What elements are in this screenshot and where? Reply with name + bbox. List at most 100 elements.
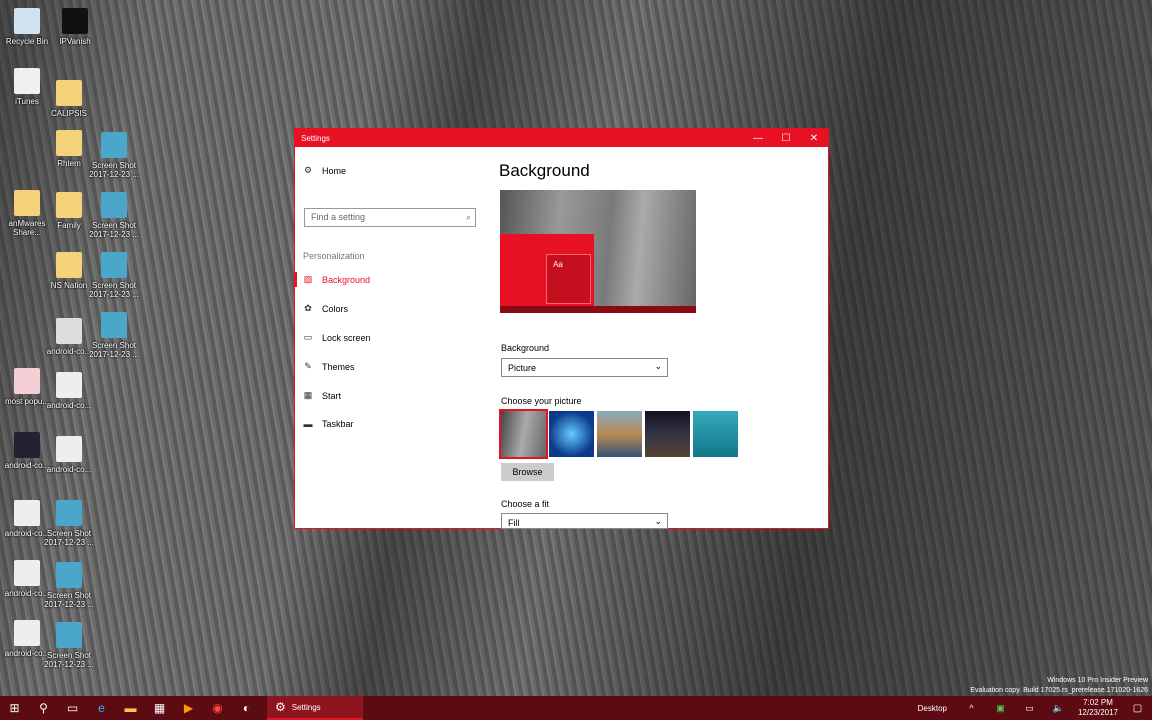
watermark-line2: Evaluation copy. Build 17025.rs_prerelea… <box>970 687 1148 694</box>
selection-indicator <box>295 272 297 287</box>
background-value: Picture <box>508 363 537 373</box>
taskbar-icon: ▬ <box>303 419 313 429</box>
file-icon <box>62 8 88 34</box>
desktop-toolbar[interactable]: Desktop <box>918 704 947 713</box>
palette-icon: ✿ <box>304 303 312 313</box>
desktop-icon-label: android-co... <box>46 401 92 410</box>
desktop-icon[interactable]: android-co... <box>44 372 94 410</box>
taskbar-settings[interactable]: ⚙ Settings <box>267 696 363 720</box>
chevron-down-icon: ⌄ <box>654 516 662 526</box>
desktop-icon-label: android-co... <box>46 347 92 356</box>
close-button[interactable]: ✕ <box>800 133 828 144</box>
volume-icon[interactable]: 🔈 <box>1044 703 1073 714</box>
desktop-icon[interactable]: Screen Shot 2017-12-23 ... <box>89 312 139 359</box>
sidebar-item-label: Lock screen <box>322 332 371 343</box>
picture-thumb-1[interactable] <box>499 409 548 459</box>
media-player-icon[interactable]: ▶ <box>174 701 203 715</box>
battery-icon[interactable]: ▣ <box>986 703 1015 714</box>
sidebar-item-background[interactable]: ▨ Background <box>303 274 370 285</box>
sidebar-item-label: Background <box>322 274 371 285</box>
file-explorer-icon[interactable]: ▬ <box>116 701 145 715</box>
file-icon <box>56 318 82 344</box>
network-icon[interactable]: ▭ <box>1015 703 1044 714</box>
desktop-icon-label: Screen Shot 2017-12-23 ... <box>89 161 139 179</box>
settings-window: Settings — ☐ ✕ ⚙ Home Find a setting ⌕ Per… <box>294 128 829 529</box>
desktop-icon-label: Screen Shot 2017-12-23 ... <box>89 221 139 239</box>
desktop-icon-label: Screen Shot 2017-12-23 ... <box>44 529 94 547</box>
choose-picture-label: Choose your picture <box>501 396 582 406</box>
picture-icon: ▨ <box>303 274 313 284</box>
search-input[interactable]: Find a setting ⌕ <box>304 208 476 227</box>
desktop-icon[interactable]: Rhtem <box>44 130 94 168</box>
minimize-button[interactable]: — <box>744 133 772 144</box>
desktop-icon-label: Screen Shot 2017-12-23 ... <box>89 341 139 359</box>
search-button[interactable]: ⚲ <box>29 701 58 715</box>
window-title: Settings <box>301 133 330 143</box>
start-button[interactable]: ⊞ <box>0 701 29 715</box>
action-center-icon[interactable]: ▢ <box>1123 703 1152 714</box>
desktop-icon[interactable]: Screen Shot 2017-12-23 ... <box>44 500 94 547</box>
desktop-icon[interactable]: CALIPSIS <box>44 80 94 118</box>
sidebar-item-themes[interactable]: ✎ Themes <box>303 361 354 372</box>
search-placeholder: Find a setting <box>311 212 366 222</box>
file-icon <box>56 252 82 278</box>
desktop-icon-label: Recycle Bin <box>5 37 49 46</box>
desktop-icon[interactable]: Screen Shot 2017-12-23 ... <box>44 562 94 609</box>
taskbar: ⊞ ⚲ ▭ e ▬ ▦ ▶ ◉ ◐ ⚙ Settings Desktop ^ ▣ … <box>0 696 1152 720</box>
file-icon <box>14 620 40 646</box>
file-icon <box>14 560 40 586</box>
fit-dropdown[interactable]: Fill ⌄ <box>501 513 668 529</box>
page-title: Background <box>499 161 590 180</box>
file-icon <box>56 80 82 106</box>
themes-icon: ✎ <box>304 361 312 371</box>
section-heading: Personalization <box>303 251 365 261</box>
app-icon[interactable]: ◐ <box>232 701 261 715</box>
desktop-icon-label: android-co... <box>46 465 92 474</box>
desktop-icon[interactable]: android-co... <box>44 318 94 356</box>
file-icon <box>56 562 82 588</box>
desktop-icon[interactable]: Screen Shot 2017-12-23 ... <box>44 622 94 669</box>
desktop-icon[interactable]: android-co... <box>44 436 94 474</box>
file-icon <box>101 192 127 218</box>
picture-thumb-2[interactable] <box>549 411 594 457</box>
desktop-icon[interactable]: NS Nation <box>44 252 94 290</box>
sidebar-item-label: Start <box>322 390 342 401</box>
search-icon: ⌕ <box>465 212 471 222</box>
clock[interactable]: 7:02 PM 12/23/2017 <box>1073 698 1123 718</box>
maximize-button[interactable]: ☐ <box>772 133 800 144</box>
picture-thumb-5[interactable] <box>693 411 738 457</box>
sidebar-item-label: Colors <box>322 303 349 314</box>
watermark: Windows 10 Pro Insider Preview Evaluation… <box>970 676 1148 696</box>
home-link[interactable]: ⚙ Home <box>303 165 346 176</box>
sidebar-item-lock-screen[interactable]: ▭ Lock screen <box>303 332 371 343</box>
picture-thumb-4[interactable] <box>645 411 690 457</box>
sidebar-item-start[interactable]: ▦ Start <box>303 390 341 401</box>
chrome-icon[interactable]: ◉ <box>203 701 232 715</box>
desktop-icon[interactable]: Recycle Bin <box>2 8 52 46</box>
time: 7:02 PM <box>1083 698 1113 707</box>
sidebar-item-label: Taskbar <box>322 419 354 429</box>
picture-thumb-3[interactable] <box>597 411 642 457</box>
file-icon <box>56 372 82 398</box>
file-icon <box>14 500 40 526</box>
desktop-icon[interactable]: Screen Shot 2017-12-23 ... <box>89 192 139 239</box>
edge-icon[interactable]: e <box>87 701 116 715</box>
sidebar-item-taskbar[interactable]: ▬ Taskbar <box>303 419 354 429</box>
file-icon <box>14 190 40 216</box>
desktop-icon-label: Rhtem <box>57 159 81 168</box>
desktop-icon[interactable]: Screen Shot 2017-12-23 ... <box>89 132 139 179</box>
chevron-up-icon[interactable]: ^ <box>957 703 986 713</box>
store-icon[interactable]: ▦ <box>145 701 174 715</box>
date: 12/23/2017 <box>1077 708 1119 717</box>
task-view-button[interactable]: ▭ <box>58 701 87 715</box>
file-icon <box>14 432 40 458</box>
browse-button[interactable]: Browse <box>501 463 554 481</box>
desktop-icon[interactable]: Screen Shot 2017-12-23 ... <box>89 252 139 299</box>
desktop-icon-label: Screen Shot 2017-12-23 ... <box>89 281 139 299</box>
background-dropdown[interactable]: Picture ⌄ <box>501 358 668 377</box>
file-icon <box>56 192 82 218</box>
desktop-icon[interactable]: IPVanish <box>50 8 100 46</box>
preview-sample-text: Aa <box>553 260 563 269</box>
desktop-icon[interactable]: Family <box>44 192 94 230</box>
sidebar-item-colors[interactable]: ✿ Colors <box>303 303 348 314</box>
